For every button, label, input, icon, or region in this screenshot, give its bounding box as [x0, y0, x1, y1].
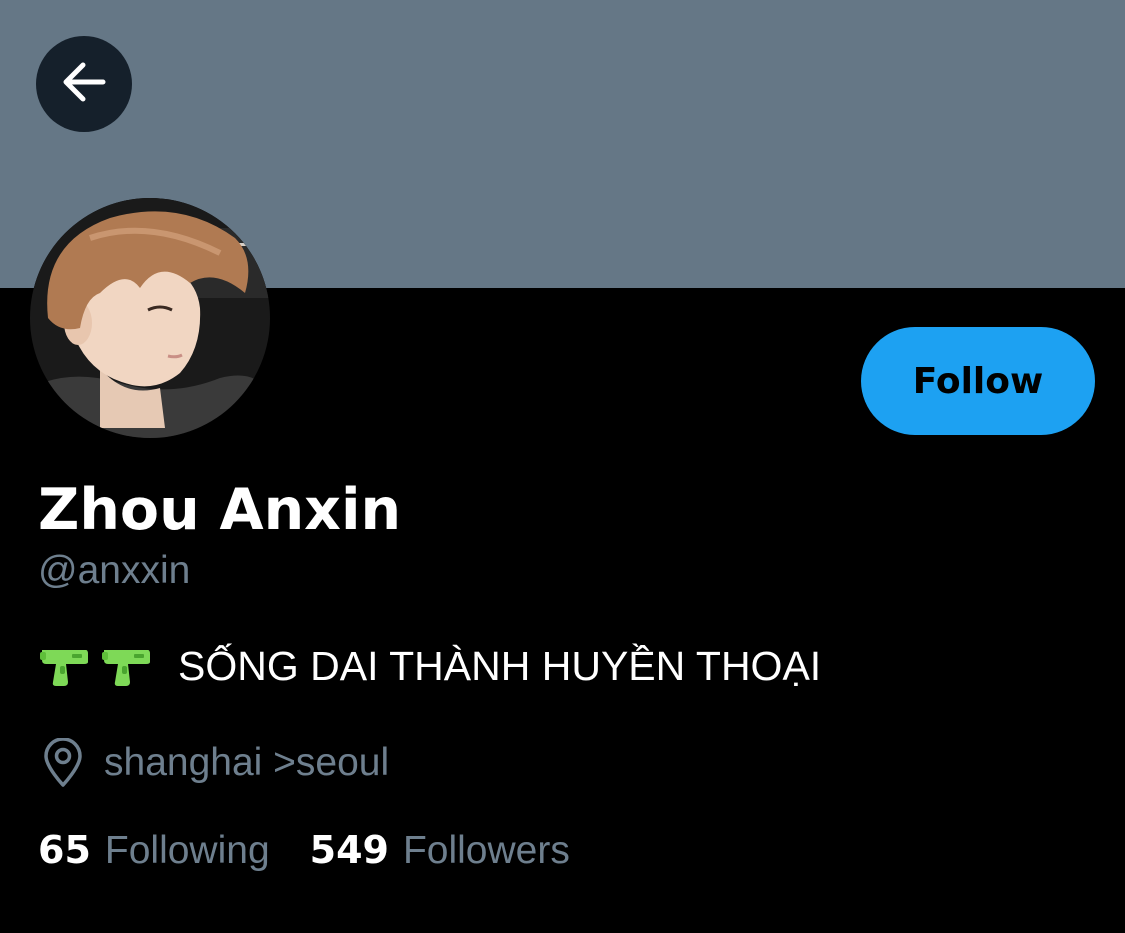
- bio-text: SỐNG DAI THÀNH HUYỀN THOẠI: [178, 642, 822, 689]
- following-link[interactable]: 65 Following: [38, 828, 270, 873]
- back-button[interactable]: [36, 36, 132, 132]
- location-text: shanghai >seoul: [104, 741, 390, 784]
- profile-bio: SỐNG DAI THÀNH HUYỀN THOẠI: [38, 638, 821, 694]
- water-pistol-icon: [100, 644, 152, 688]
- username-handle: @anxxin: [38, 549, 191, 592]
- following-label: Following: [104, 828, 270, 872]
- location-pin-icon: [40, 738, 86, 788]
- arrow-left-icon: [57, 55, 111, 114]
- avatar[interactable]: [30, 198, 270, 438]
- water-pistol-icon: [38, 644, 90, 688]
- followers-link[interactable]: 549 Followers: [310, 828, 570, 873]
- followers-count: 549: [309, 827, 389, 872]
- following-count: 65: [38, 827, 91, 872]
- followers-label: Followers: [402, 828, 570, 872]
- profile-stats: 65 Following 549 Followers: [38, 822, 570, 878]
- follow-button[interactable]: Follow: [861, 327, 1095, 435]
- profile-location: shanghai >seoul: [40, 735, 389, 791]
- display-name: Zhou Anxin: [38, 477, 402, 543]
